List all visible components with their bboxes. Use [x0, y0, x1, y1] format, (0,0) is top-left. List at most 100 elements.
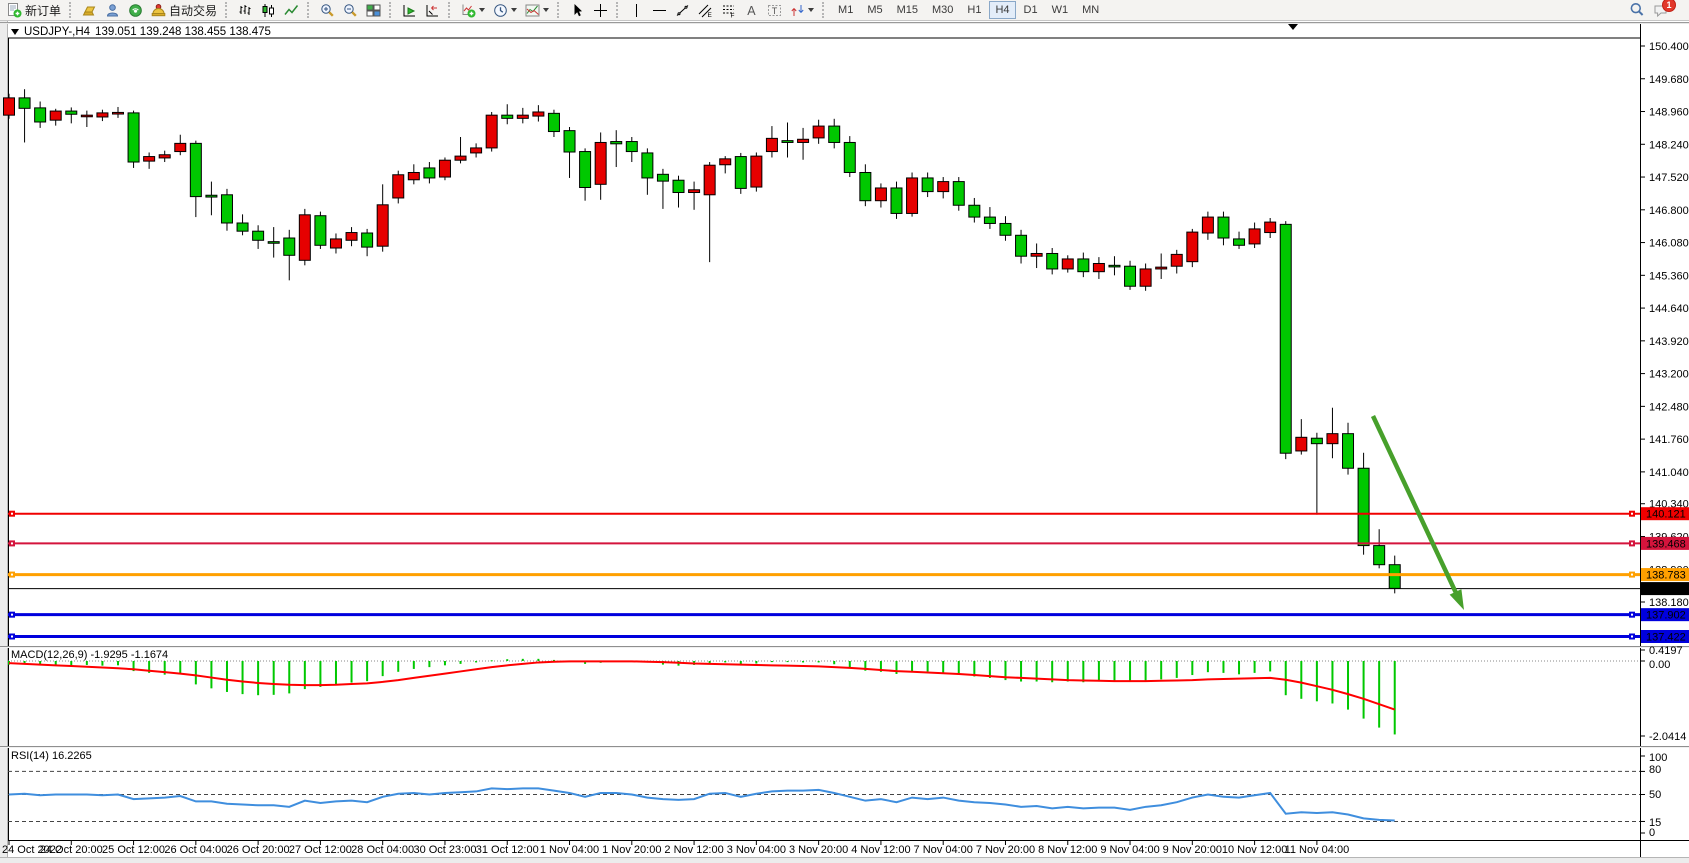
candle-body: [704, 165, 715, 195]
timeframe-d1-button[interactable]: D1: [1018, 1, 1044, 19]
candle-body: [175, 143, 186, 151]
candle-body: [1187, 232, 1198, 262]
zoom-out-button[interactable]: [340, 0, 361, 21]
bar-chart-button[interactable]: [235, 0, 256, 21]
timeframe-h1-button[interactable]: H1: [961, 1, 987, 19]
toolbar-separator: [448, 2, 453, 18]
new-order-button[interactable]: 新订单: [4, 0, 64, 21]
candle-body: [1389, 565, 1400, 589]
cursor-button[interactable]: [567, 0, 588, 21]
candle-body: [144, 157, 155, 162]
macd-name: MACD(12,26,9): [11, 649, 87, 661]
candle-body: [268, 242, 279, 244]
candle-body: [829, 126, 840, 142]
signals-button[interactable]: [125, 0, 146, 21]
macd-histogram-bar: [1254, 661, 1256, 673]
timeframe-m30-button[interactable]: M30: [926, 1, 959, 19]
candle-body: [439, 160, 450, 177]
macd-histogram-bar: [522, 659, 524, 661]
level-price-label: 137.422: [1646, 631, 1686, 643]
dropdown-caret-icon: [543, 8, 549, 12]
periods-button[interactable]: [490, 0, 520, 21]
macd-histogram-bar: [288, 661, 290, 693]
crosshair-button[interactable]: [590, 0, 611, 21]
svg-text:F: F: [731, 12, 735, 18]
macd-histogram-bar: [366, 661, 368, 681]
candle-body: [1202, 217, 1213, 233]
macd-histogram-bar: [537, 659, 539, 661]
timeframe-m5-button[interactable]: M5: [861, 1, 888, 19]
macd-histogram-bar: [351, 661, 353, 683]
macd-histogram-bar: [1347, 661, 1349, 710]
candle-body: [875, 188, 886, 201]
channel-button[interactable]: E: [695, 0, 716, 21]
time-tick-label: 8 Nov 12:00: [1038, 844, 1097, 856]
autotrading-button[interactable]: 自动交易: [148, 0, 220, 21]
label-button[interactable]: T: [764, 0, 785, 21]
chart-shift-button[interactable]: [422, 0, 443, 21]
text-button[interactable]: A: [741, 0, 762, 21]
candle-body: [97, 113, 108, 117]
macd-histogram-bar: [86, 661, 88, 665]
candle-body: [891, 188, 902, 213]
channel-icon: E: [698, 3, 713, 18]
candle-body: [1125, 266, 1136, 286]
macd-histogram-bar: [397, 661, 399, 672]
search-button[interactable]: [1626, 0, 1648, 21]
gold-ingot-icon: [82, 3, 97, 18]
arrows-button[interactable]: [787, 0, 817, 21]
macd-histogram-bar: [117, 661, 119, 665]
macd-histogram-bar: [1160, 661, 1162, 679]
candle-body: [206, 195, 217, 197]
fibonacci-button[interactable]: F: [718, 0, 739, 21]
toolbar-separator: [307, 2, 312, 18]
line-chart-button[interactable]: [281, 0, 302, 21]
zoom-in-button[interactable]: [317, 0, 338, 21]
text-icon: A: [744, 3, 759, 18]
timeframe-h4-button[interactable]: H4: [989, 1, 1015, 19]
candle-body: [1343, 434, 1354, 469]
hline-icon: [652, 3, 667, 18]
new-chart-button[interactable]: [458, 0, 488, 21]
candle-body: [284, 238, 295, 255]
timeframe-w1-button[interactable]: W1: [1046, 1, 1075, 19]
macd-histogram-bar: [818, 661, 820, 662]
timeframe-mn-button[interactable]: MN: [1076, 1, 1105, 19]
vline-button[interactable]: [626, 0, 647, 21]
candle-body: [253, 231, 264, 240]
templates-button[interactable]: [522, 0, 552, 21]
candle-body: [580, 152, 591, 188]
candle-body: [1140, 269, 1151, 286]
auto-scroll-button[interactable]: [399, 0, 420, 21]
timeframe-m1-button[interactable]: M1: [832, 1, 859, 19]
macd-histogram-bar: [428, 661, 430, 667]
price-tick-label: 149.680: [1649, 74, 1689, 86]
trendline-button[interactable]: [672, 0, 693, 21]
rsi-scale-label: 100: [1649, 752, 1667, 764]
arrows-icon: [790, 3, 805, 18]
candle-body: [517, 115, 528, 118]
rsi-scale-label: 0: [1649, 827, 1655, 839]
timeframe-m15-button[interactable]: M15: [891, 1, 924, 19]
macd-histogram-bar: [55, 661, 57, 665]
tile-windows-button[interactable]: [363, 0, 384, 21]
candle-chart-button[interactable]: [258, 0, 279, 21]
macd-histogram-bar: [1222, 661, 1224, 673]
macd-histogram-bar: [927, 661, 929, 671]
collapse-triangle-icon[interactable]: [11, 29, 19, 35]
candle-body: [1358, 468, 1369, 545]
macd-histogram-bar: [195, 661, 197, 684]
macd-histogram-bar: [833, 661, 835, 664]
chat-button[interactable]: 1: [1650, 0, 1679, 21]
market-watch-button[interactable]: [79, 0, 100, 21]
macd-histogram-bar: [506, 659, 508, 661]
candle-body: [657, 174, 668, 181]
candle-body: [35, 108, 46, 122]
macd-main-value: -1.9295: [90, 649, 127, 661]
candle-body: [782, 141, 793, 143]
signal-icon: [128, 3, 143, 18]
profile-button[interactable]: [102, 0, 123, 21]
macd-histogram-bar: [257, 661, 259, 695]
zoom-out-icon: [343, 3, 358, 18]
hline-button[interactable]: [649, 0, 670, 21]
